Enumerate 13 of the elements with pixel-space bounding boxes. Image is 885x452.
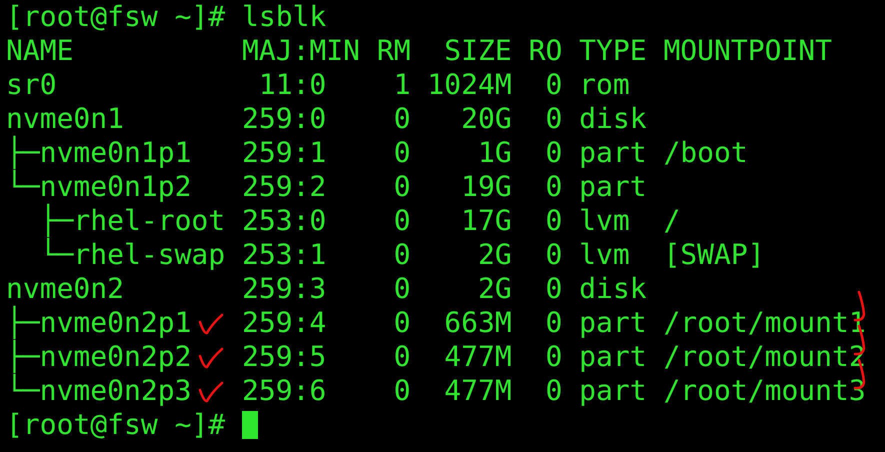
terminal-line: NAME MAJ:MIN RM SIZE RO TYPE MOUNTPOINT xyxy=(6,34,832,68)
terminal-line: ├─nvme0n1p1 259:1 0 1G 0 part /boot xyxy=(6,136,748,170)
terminal-line: └─nvme0n2p3 259:6 0 477M 0 part /root/mount3 xyxy=(6,374,866,408)
terminal-line: ├─nvme0n2p1 259:4 0 663M 0 part /root/mount1 xyxy=(6,306,866,340)
terminal-line: nvme0n1 259:0 0 20G 0 disk xyxy=(6,102,647,136)
terminal-line: └─nvme0n1p2 259:2 0 19G 0 part xyxy=(6,170,647,204)
terminal-line: sr0 11:0 1 1024M 0 rom xyxy=(6,68,630,102)
terminal-line: [root@fsw ~]# xyxy=(6,408,226,442)
terminal-line: ├─rhel-root 253:0 0 17G 0 lvm / xyxy=(38,204,680,238)
terminal-line: [root@fsw ~]# lsblk xyxy=(6,0,326,34)
terminal-line: nvme0n2 259:3 0 2G 0 disk xyxy=(6,272,647,306)
terminal-line: └─rhel-swap 253:1 0 2G 0 lvm [SWAP] xyxy=(38,238,765,272)
terminal-line: ├─nvme0n2p2 259:5 0 477M 0 part /root/mount2 xyxy=(6,340,866,374)
